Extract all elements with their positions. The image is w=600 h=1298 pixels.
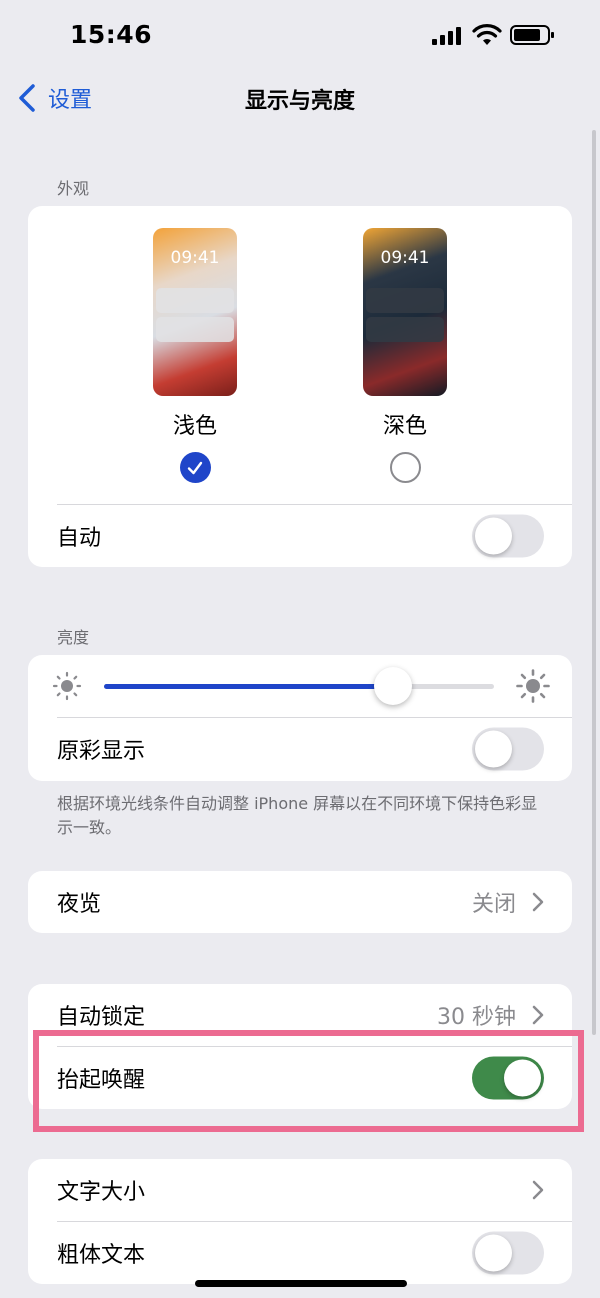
page-title: 显示与亮度 (244, 89, 355, 114)
status-time: 15:46 (70, 20, 153, 49)
chevron-right-icon (532, 1180, 544, 1200)
dark-mode-option[interactable]: 09:41 深色 (345, 228, 465, 483)
checkmark-selected-icon[interactable] (179, 452, 211, 483)
night-shift-card: 夜览 关闭 (28, 871, 572, 933)
preview-time: 09:41 (380, 248, 430, 268)
sun-small-icon (52, 671, 82, 701)
auto-appearance-row: 自动 (28, 505, 572, 567)
light-mode-label: 浅色 (172, 414, 217, 439)
preview-notification (156, 317, 234, 342)
true-tone-label: 原彩显示 (57, 739, 146, 764)
checkmark-empty-icon[interactable] (389, 452, 421, 483)
text-card: 文字大小 粗体文本 (28, 1159, 572, 1284)
preview-time: 09:41 (170, 248, 220, 268)
auto-appearance-toggle[interactable] (472, 514, 544, 558)
battery-icon (510, 25, 554, 45)
appearance-card: 09:41 浅色 09:41 深色 自动 (28, 206, 572, 567)
auto-appearance-label: 自动 (57, 526, 102, 551)
dark-mode-preview: 09:41 (363, 228, 447, 396)
status-bar: 15:46 (0, 0, 600, 70)
sun-large-icon (516, 669, 550, 703)
true-tone-row: 原彩显示 (28, 718, 572, 780)
night-shift-label: 夜览 (57, 892, 102, 917)
cellular-signal-icon (432, 27, 461, 45)
chevron-right-icon (532, 892, 544, 912)
bold-text-row: 粗体文本 (28, 1222, 572, 1284)
text-size-row[interactable]: 文字大小 (28, 1159, 572, 1221)
toggle-knob (475, 730, 512, 768)
preview-notification (156, 288, 234, 313)
auto-lock-value: 30 秒钟 (437, 1005, 516, 1030)
home-indicator[interactable] (195, 1280, 407, 1287)
chevron-right-icon (532, 1005, 544, 1025)
preview-notification (366, 288, 444, 313)
light-mode-preview: 09:41 (153, 228, 237, 396)
brightness-slider-thumb[interactable] (373, 667, 412, 705)
night-shift-row[interactable]: 夜览 关闭 (28, 871, 572, 933)
wifi-icon (472, 24, 502, 45)
brightness-slider-fill (104, 684, 393, 689)
bold-text-toggle[interactable] (472, 1231, 544, 1275)
brightness-header: 亮度 (57, 628, 90, 647)
text-size-label: 文字大小 (57, 1180, 146, 1205)
light-mode-option[interactable]: 09:41 浅色 (135, 228, 255, 483)
toggle-knob (475, 517, 512, 555)
brightness-card: 原彩显示 (28, 655, 572, 781)
dark-mode-label: 深色 (382, 414, 427, 439)
true-tone-toggle[interactable] (472, 727, 544, 771)
navigation-bar: 设置 显示与亮度 (0, 75, 600, 120)
preview-notification (366, 317, 444, 342)
brightness-slider-track[interactable] (104, 667, 494, 705)
true-tone-footnote: 根据环境光线条件自动调整 iPhone 屏幕以在不同环境下保持色彩显示一致。 (57, 794, 538, 837)
night-shift-value: 关闭 (471, 892, 516, 917)
brightness-slider-row (28, 655, 572, 717)
bold-text-label: 粗体文本 (57, 1243, 146, 1268)
highlight-annotation (33, 1030, 584, 1132)
auto-lock-label: 自动锁定 (57, 1005, 146, 1030)
appearance-header: 外观 (57, 179, 90, 198)
scrollbar[interactable] (592, 130, 596, 1035)
toggle-knob (475, 1234, 512, 1272)
